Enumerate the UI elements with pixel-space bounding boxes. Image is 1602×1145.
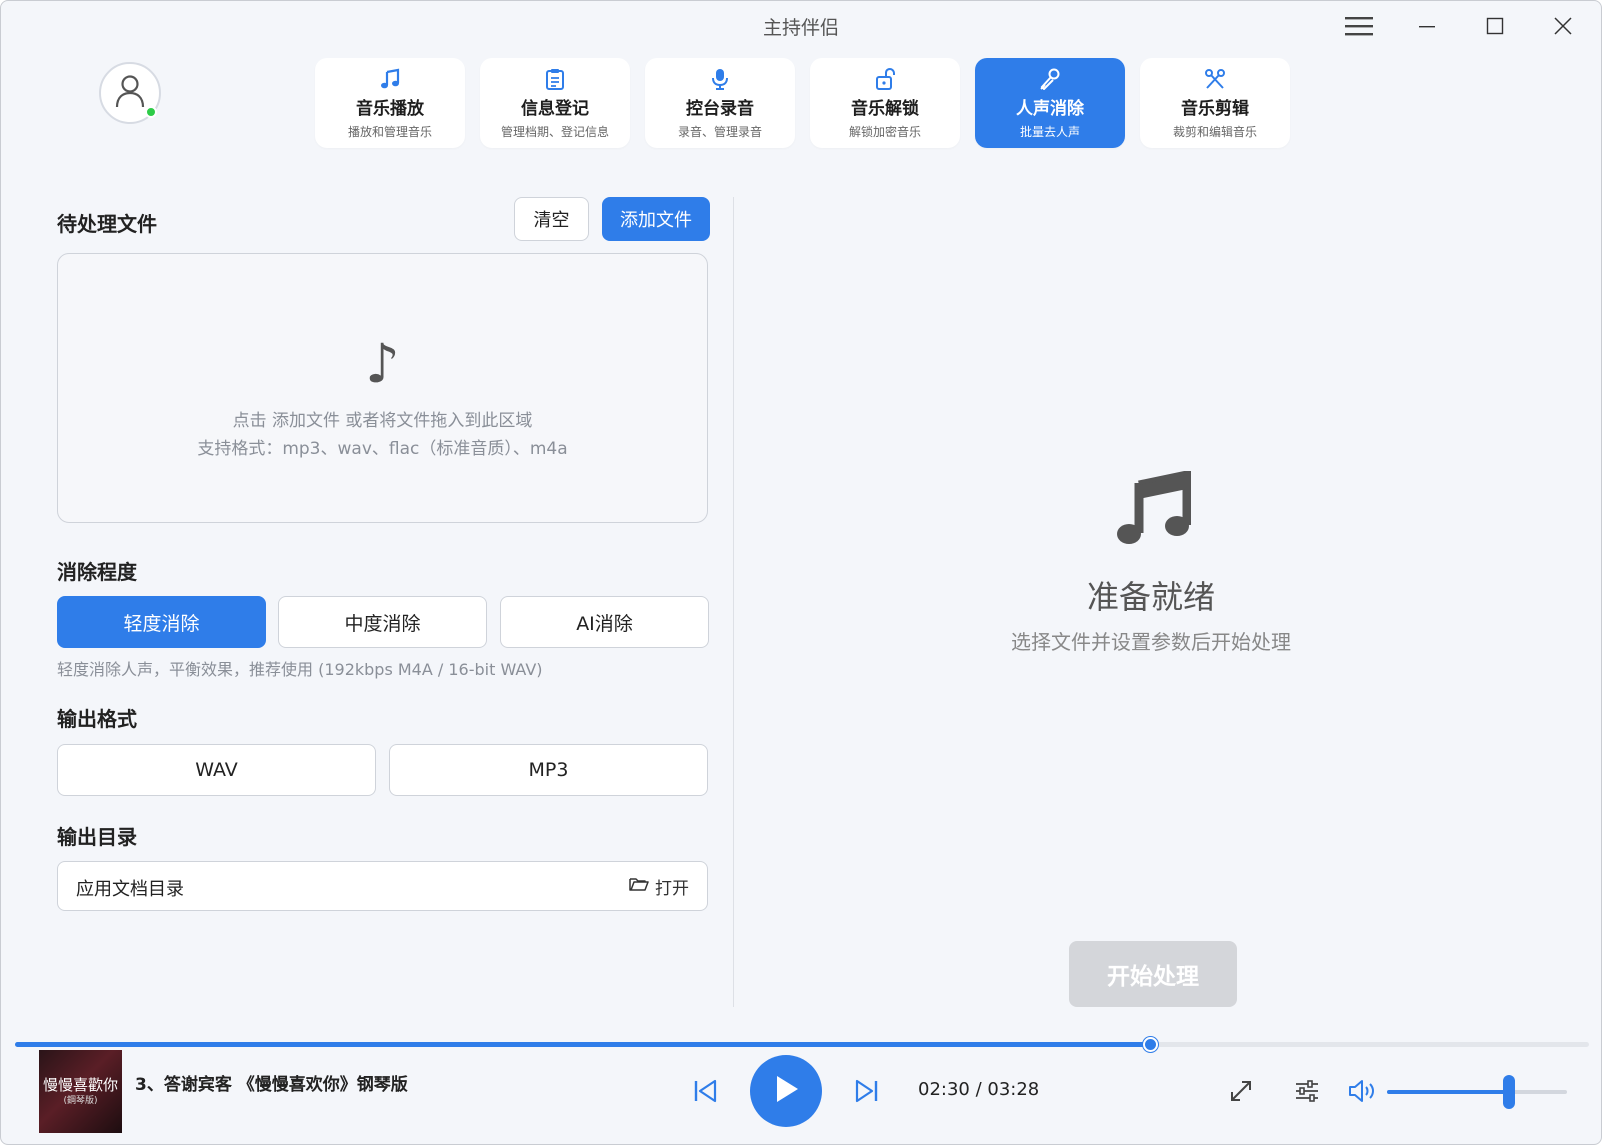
files-section-title: 待处理文件 <box>57 212 157 236</box>
level-light-option[interactable]: 轻度消除 <box>57 596 266 648</box>
volume-handle[interactable] <box>1503 1075 1516 1109</box>
expand-icon[interactable] <box>1227 1077 1255 1105</box>
clear-button[interactable]: 清空 <box>514 197 589 241</box>
level-medium-option[interactable]: 中度消除 <box>278 596 487 648</box>
supported-formats-hint: 支持格式：mp3、wav、flac（标准音质）、m4a <box>197 439 568 459</box>
volume-icon[interactable] <box>1347 1077 1377 1105</box>
level-ai-option[interactable]: AI消除 <box>500 596 709 648</box>
nav-title: 音乐剪辑 <box>1181 99 1249 119</box>
progress-handle[interactable] <box>1143 1037 1159 1052</box>
nav-info-register[interactable]: 信息登记 管理档期、登记信息 <box>480 58 630 148</box>
nav-subtitle: 播放和管理音乐 <box>347 125 432 139</box>
nav-console-record[interactable]: 控台录音 录音、管理录音 <box>645 58 795 148</box>
equalizer-icon[interactable] <box>1293 1077 1321 1105</box>
clipboard-icon <box>545 66 565 92</box>
add-file-button[interactable]: 添加文件 <box>602 197 710 241</box>
playback-time: 02:30 / 03:28 <box>918 1079 1040 1100</box>
music-notes-icon <box>1115 469 1192 551</box>
skip-previous-icon[interactable] <box>691 1077 719 1105</box>
output-dir-field: 应用文档目录 打开 <box>57 861 708 911</box>
top-nav: 音乐播放 播放和管理音乐 信息登记 管理档期、登记信息 控台录音 录音、管理录音… <box>315 58 1290 148</box>
album-cover: 慢慢喜歡你 (鋼琴版) <box>39 1050 122 1133</box>
nav-music-play[interactable]: 音乐播放 播放和管理音乐 <box>315 58 465 148</box>
nav-subtitle: 录音、管理录音 <box>677 125 762 139</box>
level-description: 轻度消除人声，平衡效果，推荐使用 (192kbps M4A / 16-bit W… <box>57 660 543 679</box>
nav-subtitle: 解锁加密音乐 <box>848 125 921 139</box>
online-status-dot <box>145 106 157 118</box>
start-processing-button[interactable]: 开始处理 <box>1069 941 1237 1007</box>
dropzone-hint: 点击 添加文件 或者将文件拖入到此区域 <box>232 411 533 431</box>
nav-subtitle: 管理档期、登记信息 <box>500 125 609 139</box>
nav-title: 人声消除 <box>1016 99 1084 119</box>
hamburger-menu-icon[interactable] <box>1331 7 1387 45</box>
scissors-icon <box>1204 66 1226 92</box>
cover-subtitle: (鋼琴版) <box>63 1096 98 1107</box>
output-dir-value: 应用文档目录 <box>76 879 184 900</box>
track-title: 3、答谢宾客 《慢慢喜欢你》钢琴版 <box>135 1075 408 1095</box>
open-dir-label: 打开 <box>655 879 689 899</box>
mic-off-icon <box>1039 66 1061 92</box>
format-wav-option[interactable]: WAV <box>57 744 376 796</box>
maximize-icon[interactable] <box>1467 7 1523 45</box>
progress-fill <box>15 1042 1151 1047</box>
nav-title: 音乐解锁 <box>851 99 919 119</box>
panel-divider <box>733 197 734 1007</box>
microphone-icon <box>711 66 729 92</box>
format-section-title: 输出格式 <box>57 707 137 731</box>
level-section-title: 消除程度 <box>57 560 137 584</box>
file-dropzone[interactable]: ♪ 点击 添加文件 或者将文件拖入到此区域 支持格式：mp3、wav、flac（… <box>57 253 708 523</box>
playback-progress-bar[interactable] <box>15 1037 1589 1052</box>
close-icon[interactable] <box>1535 7 1591 45</box>
volume-fill <box>1387 1090 1510 1094</box>
user-icon <box>115 74 145 112</box>
avatar[interactable] <box>99 62 161 124</box>
folder-open-icon <box>629 876 649 897</box>
nav-music-edit[interactable]: 音乐剪辑 裁剪和编辑音乐 <box>1140 58 1290 148</box>
play-button[interactable] <box>750 1055 822 1127</box>
nav-title: 音乐播放 <box>356 99 424 119</box>
nav-subtitle: 裁剪和编辑音乐 <box>1172 125 1257 139</box>
format-mp3-option[interactable]: MP3 <box>389 744 708 796</box>
output-dir-section-title: 输出目录 <box>57 825 137 849</box>
cover-title: 慢慢喜歡你 <box>42 1075 118 1094</box>
nav-title: 信息登记 <box>521 99 589 119</box>
music-note-icon <box>379 66 401 92</box>
nav-music-unlock[interactable]: 音乐解锁 解锁加密音乐 <box>810 58 960 148</box>
music-note-icon: ♪ <box>365 332 400 395</box>
title-bar: 主持伴侣 <box>1 1 1601 49</box>
nav-subtitle: 批量去人声 <box>1019 125 1080 139</box>
status-subtitle: 选择文件并设置参数后开始处理 <box>1011 630 1291 654</box>
play-icon <box>772 1074 800 1108</box>
app-window: 主持伴侣 音乐播放 播放和管理音乐 信息登记 管理档期、登记信息 控台录音 录音… <box>0 0 1602 1145</box>
minimize-icon[interactable] <box>1399 7 1455 45</box>
status-title: 准备就绪 <box>1086 578 1215 616</box>
unlock-icon <box>875 66 895 92</box>
nav-vocal-removal[interactable]: 人声消除 批量去人声 <box>975 58 1125 148</box>
skip-next-icon[interactable] <box>853 1077 881 1105</box>
nav-title: 控台录音 <box>686 99 754 119</box>
volume-slider[interactable] <box>1387 1075 1567 1109</box>
open-dir-button[interactable]: 打开 <box>629 874 689 899</box>
